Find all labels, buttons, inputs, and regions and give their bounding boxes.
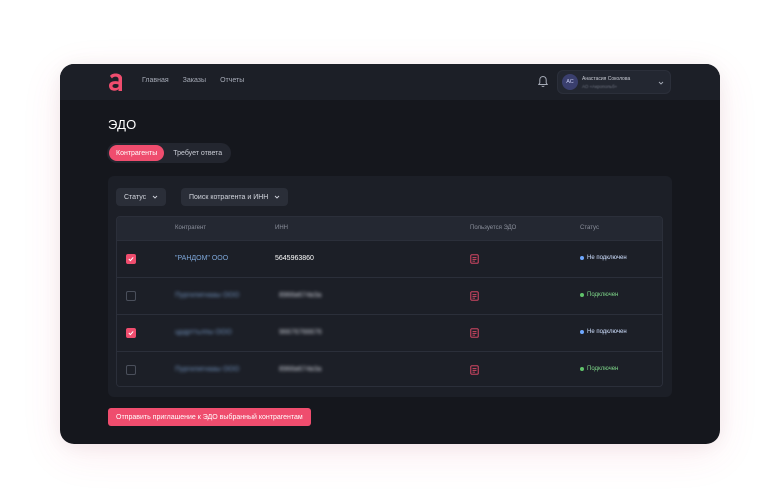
status-text: Подключен bbox=[587, 292, 619, 298]
column-header-uses-edo: Пользуется ЭДО bbox=[470, 225, 517, 231]
nav-item-reports[interactable]: Отчеты bbox=[220, 77, 244, 84]
counterparties-panel: Статус Поиск котрагента и ИНН Контрагент… bbox=[108, 176, 672, 397]
nav-item-home[interactable]: Главная bbox=[142, 77, 169, 84]
document-icon bbox=[470, 254, 479, 264]
table-header: Контрагент ИНН Пользуется ЭДО Статус bbox=[117, 217, 662, 240]
user-menu[interactable]: АС Анастасия Соколова АО «Акропольб» bbox=[557, 70, 671, 94]
inn-value: 8966в674в3а bbox=[279, 366, 322, 373]
inn-value: 8966в674в3а bbox=[279, 292, 322, 299]
table-row: Пургилигнааы ООО 8966в674в3а Подключен bbox=[117, 351, 662, 386]
counterparty-name-link[interactable]: Пургилигнааы ООО bbox=[175, 292, 239, 299]
main-nav: Главная Заказы Отчеты bbox=[142, 77, 244, 84]
chevron-down-icon bbox=[152, 195, 158, 199]
document-icon bbox=[470, 365, 479, 375]
row-checkbox[interactable] bbox=[126, 365, 136, 375]
app-window: Главная Заказы Отчеты АС Анастасия Сокол… bbox=[60, 64, 720, 444]
table-row: "РАНДОМ" ООО 5645963860 Не подключен bbox=[117, 240, 662, 277]
document-icon bbox=[470, 328, 479, 338]
checkmark-icon bbox=[128, 331, 134, 336]
column-header-counterparty: Контрагент bbox=[175, 225, 207, 231]
status-dot bbox=[580, 256, 584, 260]
page-title: ЭДО bbox=[108, 117, 137, 132]
counterparty-search-dropdown[interactable]: Поиск котрагента и ИНН bbox=[181, 188, 289, 206]
bell-icon[interactable] bbox=[537, 75, 549, 88]
inn-value: 5645963860 bbox=[275, 255, 314, 262]
counterparties-table: Контрагент ИНН Пользуется ЭДО Статус "РА… bbox=[116, 216, 663, 387]
chevron-down-icon bbox=[658, 81, 664, 85]
row-checkbox[interactable] bbox=[126, 254, 136, 264]
search-filter-label: Поиск котрагента и ИНН bbox=[189, 193, 269, 201]
document-icon bbox=[470, 291, 479, 301]
status-dot bbox=[580, 330, 584, 334]
chevron-down-icon bbox=[275, 195, 280, 199]
status-filter-dropdown[interactable]: Статус bbox=[116, 188, 167, 206]
user-name: Анастасия Соколова bbox=[582, 76, 631, 82]
avatar: АС bbox=[562, 74, 578, 90]
brand-logo-icon[interactable] bbox=[107, 71, 125, 93]
row-checkbox[interactable] bbox=[126, 291, 136, 301]
tab-bar: Контрагенты Требует ответа bbox=[107, 143, 232, 163]
status-text: Не подключен bbox=[587, 329, 627, 335]
status-badge: Не подключен bbox=[580, 255, 627, 261]
table-row: Пургилигнааы ООО 8966в674в3а Подключен bbox=[117, 277, 662, 314]
inn-value: 96676766676 bbox=[279, 329, 322, 336]
checkmark-icon bbox=[128, 257, 134, 262]
status-badge: Подключен bbox=[580, 366, 618, 372]
user-organization: АО «Акропольб» bbox=[582, 84, 618, 89]
counterparty-name-link[interactable]: Пургилигнааы ООО bbox=[175, 366, 239, 373]
top-navbar: Главная Заказы Отчеты АС Анастасия Сокол… bbox=[60, 64, 720, 100]
table-row: црдрттьлпы ООО 96676766676 Не подключен bbox=[117, 314, 662, 351]
tab-requires-response[interactable]: Требует ответа bbox=[166, 145, 229, 161]
tab-counterparties[interactable]: Контрагенты bbox=[109, 145, 165, 161]
row-checkbox[interactable] bbox=[126, 328, 136, 338]
status-badge: Подключен bbox=[580, 292, 618, 298]
status-filter-label: Статус bbox=[124, 193, 147, 201]
status-dot bbox=[580, 367, 584, 371]
counterparty-name-link[interactable]: "РАНДОМ" ООО bbox=[175, 255, 228, 262]
counterparty-name-link[interactable]: црдрттьлпы ООО bbox=[175, 329, 232, 336]
status-dot bbox=[580, 293, 584, 297]
column-header-status: Статус bbox=[580, 225, 599, 231]
status-text: Не подключен bbox=[587, 255, 627, 261]
column-header-inn: ИНН bbox=[275, 225, 288, 231]
send-edo-invitation-button[interactable]: Отправить приглашение к ЭДО выбранный ко… bbox=[108, 408, 311, 426]
status-text: Подключен bbox=[587, 366, 619, 372]
nav-item-orders[interactable]: Заказы bbox=[183, 77, 206, 84]
status-badge: Не подключен bbox=[580, 329, 627, 335]
